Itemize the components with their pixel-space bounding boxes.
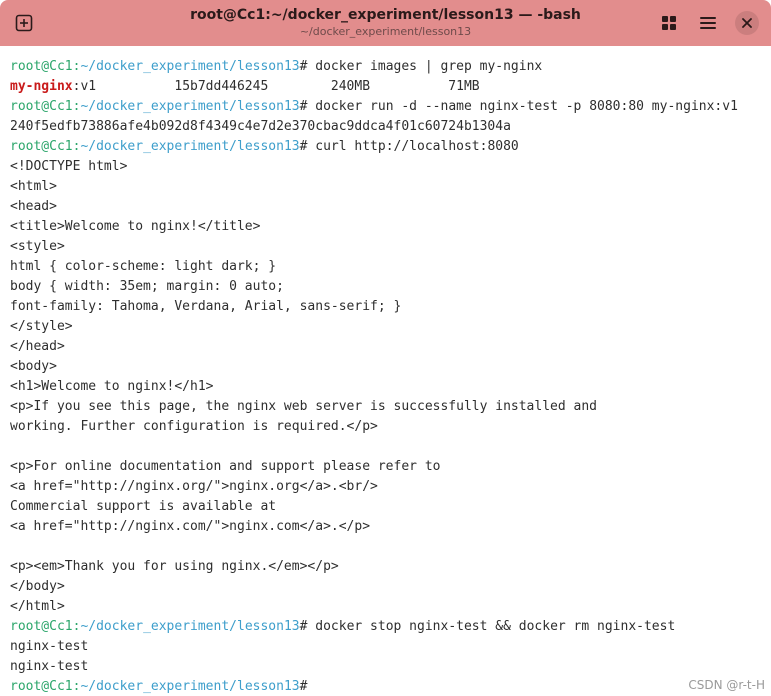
terminal-window: root@Cc1:~/docker_experiment/lesson13 — … — [0, 0, 771, 696]
output-text: <p>For online documentation and support … — [10, 459, 441, 474]
output-line: <html> — [10, 177, 771, 197]
output-text: nginx-test — [10, 659, 89, 674]
output-line: nginx-test — [10, 657, 771, 677]
output-line: my-nginx:v1 15b7dd446245 240MB 71MB — [10, 77, 771, 97]
output-text: font-family: Tahoma, Verdana, Arial, san… — [10, 299, 402, 314]
output-text: <!DOCTYPE html> — [10, 159, 128, 174]
output-line: </head> — [10, 337, 771, 357]
grep-match: my-nginx — [10, 79, 73, 94]
prompt-user-host: root@Cc1 — [10, 59, 73, 74]
output-line: <style> — [10, 237, 771, 257]
output-line: font-family: Tahoma, Verdana, Arial, san… — [10, 297, 771, 317]
output-line: <body> — [10, 357, 771, 377]
command-line: root@Cc1:~/docker_experiment/lesson13# d… — [10, 97, 771, 117]
prompt-user-host: root@Cc1 — [10, 679, 73, 694]
new-tab-button[interactable] — [10, 9, 38, 37]
output-line: html { color-scheme: light dark; } — [10, 257, 771, 277]
command-line: root@Cc1:~/docker_experiment/lesson13# c… — [10, 137, 771, 157]
output-text: <style> — [10, 239, 65, 254]
prompt-path: ~/docker_experiment/lesson13 — [80, 619, 300, 634]
command-text: docker run -d --name nginx-test -p 8080:… — [307, 99, 738, 114]
output-line: </html> — [10, 597, 771, 617]
output-text: </head> — [10, 339, 65, 354]
output-line: <a href="http://nginx.org/">nginx.org</a… — [10, 477, 771, 497]
output-line: nginx-test — [10, 637, 771, 657]
output-text: body { width: 35em; margin: 0 auto; — [10, 279, 284, 294]
prompt-path: ~/docker_experiment/lesson13 — [80, 139, 300, 154]
plus-square-icon — [15, 14, 33, 32]
output-text: 240f5edfb73886afe4b092d8f4349c4e7d2e370c… — [10, 119, 511, 134]
close-button[interactable] — [733, 9, 761, 37]
command-line: root@Cc1:~/docker_experiment/lesson13# — [10, 677, 771, 696]
output-text: <a href="http://nginx.com/">nginx.com</a… — [10, 519, 371, 534]
command-line: root@Cc1:~/docker_experiment/lesson13# d… — [10, 617, 771, 637]
output-text: <body> — [10, 359, 57, 374]
output-line: 240f5edfb73886afe4b092d8f4349c4e7d2e370c… — [10, 117, 771, 137]
output-text: <title>Welcome to nginx!</title> — [10, 219, 261, 234]
output-text: :v1 15b7dd446245 240MB 71MB — [72, 79, 480, 94]
command-text: curl http://localhost:8080 — [307, 139, 519, 154]
output-text: <html> — [10, 179, 57, 194]
output-text: </style> — [10, 319, 73, 334]
output-text: </html> — [10, 599, 65, 614]
window-title: root@Cc1:~/docker_experiment/lesson13 — … — [190, 7, 581, 23]
output-line: <p>For online documentation and support … — [10, 457, 771, 477]
command-line: root@Cc1:~/docker_experiment/lesson13# d… — [10, 57, 771, 77]
output-text: <a href="http://nginx.org/">nginx.org</a… — [10, 479, 378, 494]
prompt-path: ~/docker_experiment/lesson13 — [80, 59, 300, 74]
output-line: <h1>Welcome to nginx!</h1> — [10, 377, 771, 397]
view-toggle-button[interactable] — [655, 9, 683, 37]
output-text: <p>If you see this page, the nginx web s… — [10, 399, 597, 414]
title-area: root@Cc1:~/docker_experiment/lesson13 — … — [150, 6, 621, 39]
output-text: <head> — [10, 199, 57, 214]
output-line: Commercial support is available at — [10, 497, 771, 517]
output-line: working. Further configuration is requir… — [10, 417, 771, 437]
output-line: </body> — [10, 577, 771, 597]
output-line: <head> — [10, 197, 771, 217]
title-bar[interactable]: root@Cc1:~/docker_experiment/lesson13 — … — [0, 0, 771, 46]
output-line: <p><em>Thank you for using nginx.</em></… — [10, 557, 771, 577]
output-text: working. Further configuration is requir… — [10, 419, 378, 434]
prompt-user-host: root@Cc1 — [10, 139, 73, 154]
prompt-user-host: root@Cc1 — [10, 99, 73, 114]
grid-icon — [662, 16, 676, 30]
main-menu-button[interactable] — [694, 9, 722, 37]
close-icon — [742, 18, 752, 28]
output-line: <!DOCTYPE html> — [10, 157, 771, 177]
prompt-path: ~/docker_experiment/lesson13 — [80, 679, 300, 694]
window-subtitle: ~/docker_experiment/lesson13 — [299, 25, 472, 38]
prompt-symbol: # — [299, 679, 308, 694]
output-text: Commercial support is available at — [10, 499, 277, 514]
output-line: <title>Welcome to nginx!</title> — [10, 217, 771, 237]
output-line: <a href="http://nginx.com/">nginx.com</a… — [10, 517, 771, 537]
output-line: <p>If you see this page, the nginx web s… — [10, 397, 771, 417]
hamburger-menu-icon — [700, 17, 716, 29]
terminal-output[interactable]: root@Cc1:~/docker_experiment/lesson13# d… — [10, 57, 771, 696]
prompt-path: ~/docker_experiment/lesson13 — [80, 99, 300, 114]
command-text: docker images | grep my-nginx — [307, 59, 543, 74]
output-text: <h1>Welcome to nginx!</h1> — [10, 379, 214, 394]
output-line: </style> — [10, 317, 771, 337]
output-text: html { color-scheme: light dark; } — [10, 259, 277, 274]
close-button-circle[interactable] — [735, 11, 759, 35]
watermark: CSDN @r-t-H — [688, 678, 765, 692]
output-text: nginx-test — [10, 639, 89, 654]
prompt-user-host: root@Cc1 — [10, 619, 73, 634]
output-text: </body> — [10, 579, 65, 594]
output-line: body { width: 35em; margin: 0 auto; — [10, 277, 771, 297]
output-text: <p><em>Thank you for using nginx.</em></… — [10, 559, 339, 574]
command-text: docker stop nginx-test && docker rm ngin… — [307, 619, 676, 634]
